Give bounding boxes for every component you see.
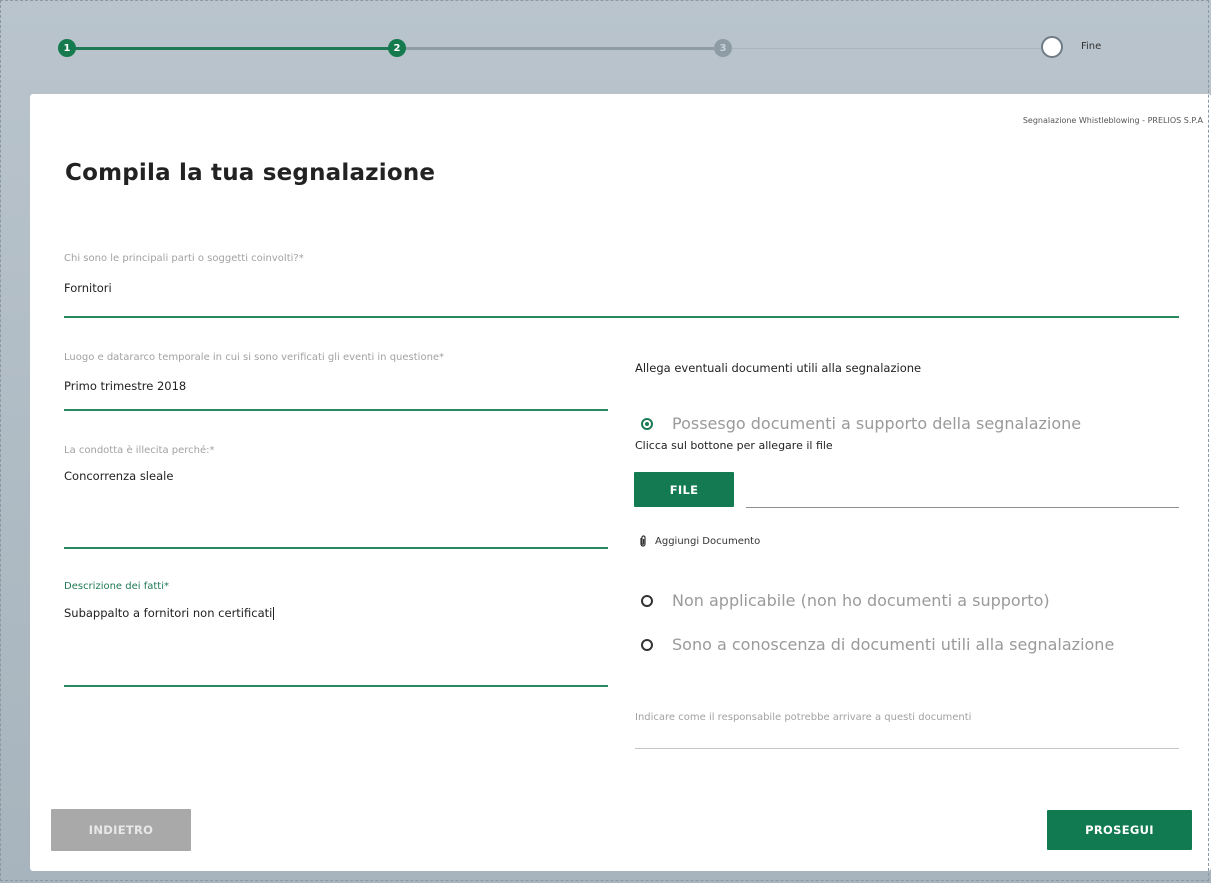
attachments-heading: Allega eventuali documenti utili alla se… bbox=[635, 361, 922, 375]
radio-checked-icon bbox=[641, 417, 653, 430]
description-label: Descrizione dei fatti* bbox=[64, 581, 169, 592]
responsible-input[interactable]: Indicare come il responsabile potrebbe a… bbox=[635, 712, 971, 723]
page-title: Compila la tua segnalazione bbox=[65, 160, 436, 186]
place-time-input[interactable]: Primo trimestre 2018 bbox=[64, 379, 186, 393]
place-time-underline bbox=[64, 409, 608, 411]
parties-underline bbox=[64, 316, 1179, 318]
radio-has-documents-label: Possesgo documenti a supporto della segn… bbox=[672, 414, 1082, 433]
add-document-label: Aggiungi Documento bbox=[655, 535, 761, 547]
step-1-dot: 1 bbox=[58, 39, 76, 57]
description-underline bbox=[64, 685, 608, 687]
paperclip-icon bbox=[640, 535, 646, 547]
file-name-field[interactable] bbox=[746, 507, 1179, 508]
responsible-underline bbox=[635, 748, 1179, 749]
add-document-link[interactable]: Aggiungi Documento bbox=[639, 535, 760, 547]
radio-has-documents[interactable]: Possesgo documenti a supporto della segn… bbox=[641, 414, 1081, 433]
radio-unchecked-icon bbox=[641, 594, 653, 607]
parties-label: Chi sono le principali parti o soggetti … bbox=[64, 253, 304, 264]
parties-input[interactable]: Fornitori bbox=[64, 281, 112, 295]
radio-not-applicable-label: Non applicabile (non ho documenti a supp… bbox=[672, 591, 1050, 610]
radio-aware-of-documents-label: Sono a conoscenza di documenti utili all… bbox=[672, 635, 1115, 654]
report-form-card: Segnalazione Whistleblowing - PRELIOS S.… bbox=[30, 94, 1211, 871]
stepper-line-pending bbox=[402, 47, 714, 50]
conduct-label: La condotta è illecita perché:* bbox=[64, 445, 215, 456]
continue-button[interactable]: PROSEGUI bbox=[1047, 810, 1192, 850]
step-final-label: Fine bbox=[1081, 41, 1102, 52]
file-upload-button[interactable]: FILE bbox=[634, 472, 734, 507]
stepper-line-completed bbox=[73, 47, 393, 50]
upload-hint: Clicca sul bottone per allegare il file bbox=[635, 439, 833, 452]
back-button[interactable]: INDIETRO bbox=[51, 809, 191, 851]
conduct-input[interactable]: Concorrenza sleale bbox=[64, 469, 173, 483]
stepper-line-final bbox=[731, 48, 1041, 49]
place-time-label: Luogo e datararco temporale in cui si so… bbox=[64, 352, 445, 363]
step-3-dot: 3 bbox=[714, 39, 732, 57]
description-value: Subappalto a fornitori non certificati bbox=[64, 606, 273, 620]
conduct-underline bbox=[64, 547, 608, 549]
progress-stepper: 1 2 3 Fine bbox=[0, 0, 1211, 94]
radio-aware-of-documents[interactable]: Sono a conoscenza di documenti utili all… bbox=[641, 635, 1114, 654]
form-context-label: Segnalazione Whistleblowing - PRELIOS S.… bbox=[1022, 116, 1203, 125]
radio-not-applicable[interactable]: Non applicabile (non ho documenti a supp… bbox=[641, 591, 1050, 610]
text-caret bbox=[273, 607, 275, 620]
step-final-circle bbox=[1041, 36, 1063, 58]
description-input[interactable]: Subappalto a fornitori non certificati bbox=[64, 606, 275, 620]
step-2-dot: 2 bbox=[388, 39, 406, 57]
radio-unchecked-icon bbox=[641, 638, 653, 651]
